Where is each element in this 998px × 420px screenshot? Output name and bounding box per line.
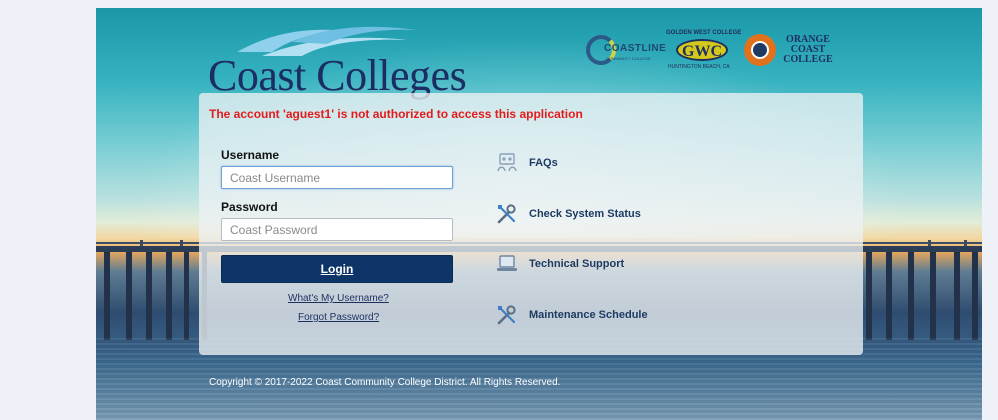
login-button[interactable]: Login bbox=[221, 255, 453, 283]
maintenance-schedule-link[interactable]: Maintenance Schedule bbox=[495, 303, 695, 327]
partner-college-logos: COASTLINE COMMUNITY COLLEGE GOLDEN WEST … bbox=[586, 30, 836, 78]
password-label: Password bbox=[221, 200, 278, 214]
forgot-password-link[interactable]: Forgot Password? bbox=[298, 312, 379, 323]
copyright-footer: Copyright © 2017-2022 Coast Community Co… bbox=[209, 377, 561, 388]
tools-icon bbox=[497, 305, 516, 325]
occ-emblem-icon bbox=[744, 34, 776, 66]
error-message: The account 'aguest1' is not authorized … bbox=[209, 107, 583, 121]
faq-icon bbox=[497, 153, 517, 172]
tools-icon bbox=[497, 204, 516, 224]
orange-coast-college-logo: ORANGE COAST COLLEGE bbox=[744, 33, 836, 73]
whats-my-username-link[interactable]: What's My Username? bbox=[288, 293, 389, 304]
laptop-icon bbox=[497, 255, 517, 271]
technical-support-link[interactable]: Technical Support bbox=[495, 252, 695, 276]
login-panel: The account 'aguest1' is not authorized … bbox=[199, 93, 863, 355]
gwc-logo: GOLDEN WEST COLLEGE GWC HUNTINGTON BEACH… bbox=[666, 30, 742, 70]
check-system-status-link[interactable]: Check System Status bbox=[495, 202, 695, 226]
faqs-link[interactable]: FAQs bbox=[495, 151, 695, 175]
coast-colleges-logo: Coast Colleges bbox=[208, 22, 467, 100]
coastline-logo: COASTLINE COMMUNITY COLLEGE bbox=[586, 35, 666, 71]
login-page-background: Coast Colleges COASTLINE COMMUNITY COLLE… bbox=[96, 8, 982, 420]
username-label: Username bbox=[221, 148, 280, 162]
username-input[interactable] bbox=[221, 166, 453, 189]
password-input[interactable] bbox=[221, 218, 453, 241]
